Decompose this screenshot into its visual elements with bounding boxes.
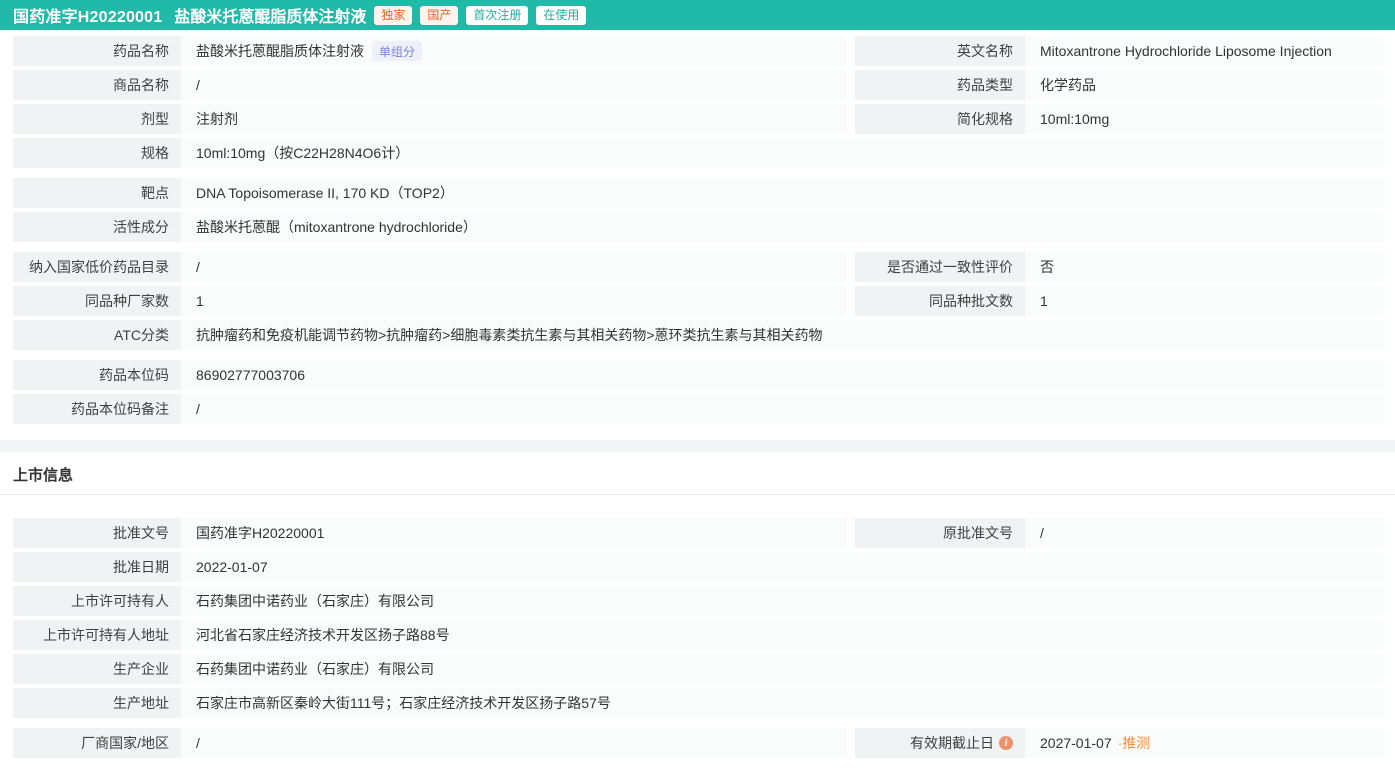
field-label-english-name: 英文名称 [855,36,1025,66]
field-value-consistency-eval: 否 [1025,252,1385,282]
field-label-active-ingredient: 活性成分 [13,212,181,242]
marketing-info-card: 批准文号 国药准字H20220001 原批准文号 / 批准日期 2022-01-… [0,495,1395,758]
field-value-same-variety-approvals: 1 [1025,286,1385,316]
badge-first-registration: 首次注册 [466,6,528,25]
field-label-dosage-form: 剂型 [13,104,181,134]
table-row: 规格 10ml:10mg（按C22H28N4O6计） [13,138,1385,168]
field-label-same-variety-manufacturers: 同品种厂家数 [13,286,181,316]
table-row: 批准文号 国药准字H20220001 原批准文号 / [13,518,1385,548]
field-value-original-approval-number: / [1025,518,1385,548]
group-country-expiry: 厂商国家/地区 / 有效期截止日 i 2027-01-07 ·推测 [13,728,1385,758]
badge-domestic: 国产 [420,6,458,25]
field-label-trade-name: 商品名称 [13,70,181,100]
table-row: 纳入国家低价药品目录 / 是否通过一致性评价 否 [13,252,1385,282]
field-value-spec: 10ml:10mg（按C22H28N4O6计） [181,138,1385,168]
field-label-low-price-list: 纳入国家低价药品目录 [13,252,181,282]
section-divider [0,440,1395,452]
table-row: 生产企业 石药集团中诺药业（石家庄）有限公司 [13,654,1385,684]
field-value-low-price-list: / [181,252,847,282]
field-value-simplified-spec: 10ml:10mg [1025,104,1385,134]
field-label-manufacture-address: 生产地址 [13,688,181,718]
field-value-standard-code: 86902777003706 [181,360,1385,390]
field-label-atc: ATC分类 [13,320,181,350]
field-label-approval-number: 批准文号 [13,518,181,548]
drug-info-card: 药品名称 盐酸米托蒽醌脂质体注射液 单组分 英文名称 Mitoxantrone … [0,30,1395,424]
table-row: 厂商国家/地区 / 有效期截止日 i 2027-01-07 ·推测 [13,728,1385,758]
field-label-standard-code: 药品本位码 [13,360,181,390]
table-row: 药品名称 盐酸米托蒽醌脂质体注射液 单组分 英文名称 Mitoxantrone … [13,36,1385,66]
page-title: 盐酸米托蒽醌脂质体注射液 [174,3,366,27]
field-value-manufacture-address: 石家庄市高新区秦岭大街111号；石家庄经济技术开发区扬子路57号 [181,688,1385,718]
field-value-dosage-form: 注射剂 [181,104,847,134]
field-value-manufacturer-country: / [181,728,847,758]
field-value-expiry-date: 2027-01-07 ·推测 [1025,728,1385,758]
table-row: 上市许可持有人 石药集团中诺药业（石家庄）有限公司 [13,586,1385,616]
field-label-same-variety-approvals: 同品种批文数 [855,286,1025,316]
info-icon[interactable]: i [999,736,1013,750]
table-row: 同品种厂家数 1 同品种批文数 1 [13,286,1385,316]
field-value-mah: 石药集团中诺药业（石家庄）有限公司 [181,586,1385,616]
table-row: ATC分类 抗肿瘤药和免疫机能调节药物>抗肿瘤药>细胞毒素类抗生素与其相关药物>… [13,320,1385,350]
badge-in-use: 在使用 [536,6,586,25]
field-value-approval-number: 国药准字H20220001 [181,518,847,548]
table-row: 生产地址 石家庄市高新区秦岭大街111号；石家庄经济技术开发区扬子路57号 [13,688,1385,718]
field-value-target: DNA Topoisomerase II, 170 KD（TOP2） [181,178,1385,208]
table-row: 批准日期 2022-01-07 [13,552,1385,582]
field-value-standard-code-note: / [181,394,1385,424]
table-row: 活性成分 盐酸米托蒽醌（mitoxantrone hydrochloride） [13,212,1385,242]
group-names: 药品名称 盐酸米托蒽醌脂质体注射液 单组分 英文名称 Mitoxantrone … [13,36,1385,168]
title-bar: 国药准字H20220001 盐酸米托蒽醌脂质体注射液 独家 国产 首次注册 在使… [0,0,1395,30]
field-label-target: 靶点 [13,178,181,208]
table-row: 剂型 注射剂 简化规格 10ml:10mg [13,104,1385,134]
badge-exclusive: 独家 [374,6,412,25]
field-value-drug-name: 盐酸米托蒽醌脂质体注射液 单组分 [181,36,847,66]
table-row: 上市许可持有人地址 河北省石家庄经济技术开发区扬子路88号 [13,620,1385,650]
field-label-drug-name: 药品名称 [13,36,181,66]
field-value-drug-type: 化学药品 [1025,70,1385,100]
field-label-mah: 上市许可持有人 [13,586,181,616]
table-row: 靶点 DNA Topoisomerase II, 170 KD（TOP2） [13,178,1385,208]
group-standard-code: 药品本位码 86902777003706 药品本位码备注 / [13,360,1385,424]
table-row: 药品本位码备注 / [13,394,1385,424]
group-approval: 批准文号 国药准字H20220001 原批准文号 / 批准日期 2022-01-… [13,518,1385,718]
field-label-consistency-eval: 是否通过一致性评价 [855,252,1025,282]
field-value-english-name: Mitoxantrone Hydrochloride Liposome Inje… [1025,36,1385,66]
marketing-section-header: 上市信息 [0,452,1395,486]
field-label-spec: 规格 [13,138,181,168]
field-value-active-ingredient: 盐酸米托蒽醌（mitoxantrone hydrochloride） [181,212,1385,242]
field-label-expiry-date: 有效期截止日 i [855,728,1025,758]
field-value-trade-name: / [181,70,847,100]
table-row: 药品本位码 86902777003706 [13,360,1385,390]
field-value-approval-date: 2022-01-07 [181,552,1385,582]
single-component-tag: 单组分 [372,41,422,61]
field-label-simplified-spec: 简化规格 [855,104,1025,134]
field-label-manufacturer-country: 厂商国家/地区 [13,728,181,758]
section-title: 上市信息 [13,466,1395,486]
field-label-manufacturer: 生产企业 [13,654,181,684]
group-classification: 纳入国家低价药品目录 / 是否通过一致性评价 否 同品种厂家数 1 同品种批文数… [13,252,1385,350]
field-label-approval-date: 批准日期 [13,552,181,582]
group-target: 靶点 DNA Topoisomerase II, 170 KD（TOP2） 活性… [13,178,1385,242]
field-label-drug-type: 药品类型 [855,70,1025,100]
field-value-manufacturer: 石药集团中诺药业（石家庄）有限公司 [181,654,1385,684]
approval-number-title: 国药准字H20220001 [13,3,162,27]
field-value-same-variety-manufacturers: 1 [181,286,847,316]
table-row: 商品名称 / 药品类型 化学药品 [13,70,1385,100]
field-label-original-approval-number: 原批准文号 [855,518,1025,548]
inferred-note: ·推测 [1118,733,1151,753]
field-label-mah-address: 上市许可持有人地址 [13,620,181,650]
field-value-mah-address: 河北省石家庄经济技术开发区扬子路88号 [181,620,1385,650]
field-value-atc: 抗肿瘤药和免疫机能调节药物>抗肿瘤药>细胞毒素类抗生素与其相关药物>蒽环类抗生素… [181,320,1385,350]
field-label-standard-code-note: 药品本位码备注 [13,394,181,424]
